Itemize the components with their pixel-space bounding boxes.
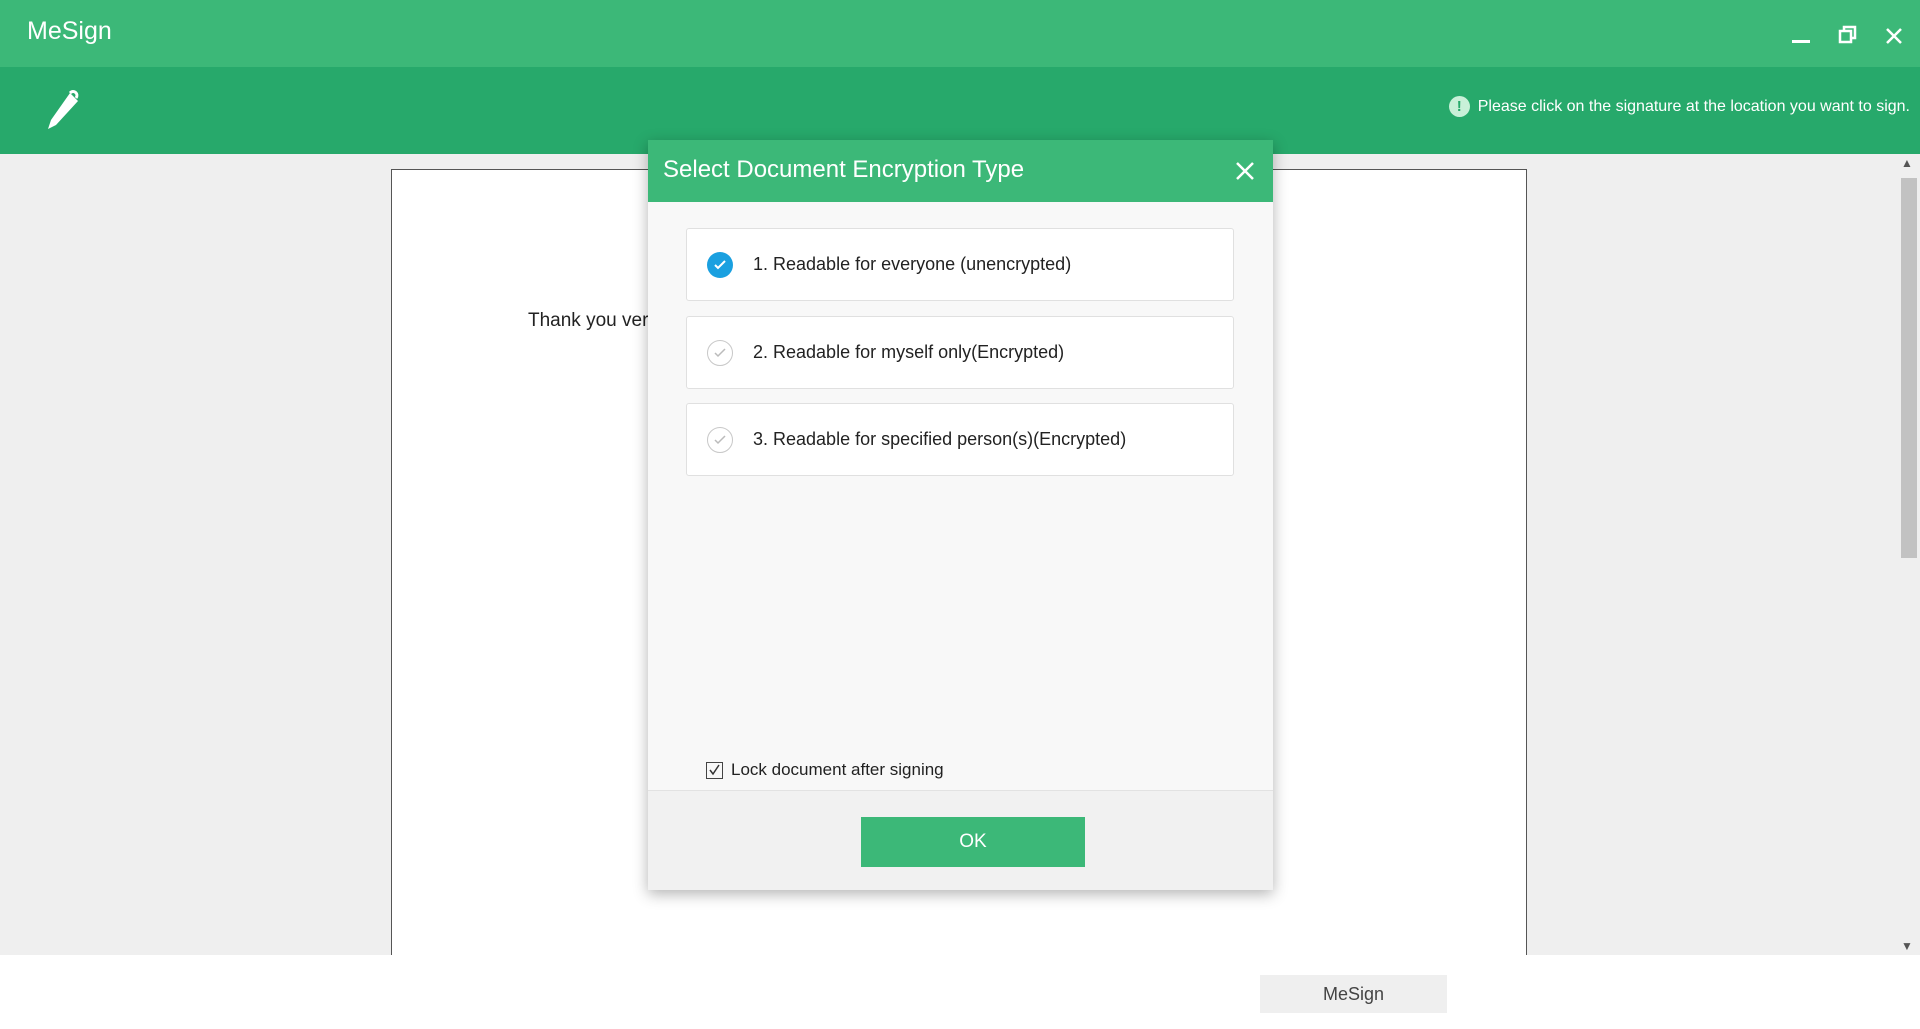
ok-button[interactable]: OK (861, 817, 1085, 867)
scroll-up-icon[interactable]: ▲ (1901, 156, 1913, 170)
option-readable-specified[interactable]: 3. Readable for specified person(s)(Encr… (686, 403, 1234, 476)
dialog-title: Select Document Encryption Type (663, 156, 1025, 183)
scrollbar-thumb[interactable] (1901, 178, 1917, 558)
vertical-scrollbar[interactable]: ▲ ▼ (1896, 154, 1920, 955)
encryption-type-dialog: Select Document Encryption Type 1. Reada… (648, 140, 1273, 890)
sign-pen-icon[interactable] (40, 87, 84, 135)
title-bar: MeSign (0, 0, 1920, 67)
info-icon: ! (1448, 96, 1470, 117)
option-label: 2. Readable for myself only(Encrypted) (753, 342, 1065, 362)
checkbox-checked-icon[interactable] (706, 761, 723, 779)
close-icon[interactable] (1879, 20, 1909, 50)
selected-check-icon (707, 251, 733, 278)
hint-text: Please click on the signature at the loc… (1477, 97, 1910, 115)
hint-message: ! Please click on the signature at the l… (1448, 96, 1910, 117)
dialog-header: Select Document Encryption Type (648, 140, 1273, 202)
lock-document-label: Lock document after signing (731, 760, 944, 779)
dialog-close-icon[interactable] (1231, 157, 1259, 185)
option-label: 1. Readable for everyone (unencrypted) (753, 254, 1072, 274)
unselected-check-icon (707, 426, 733, 453)
app-title: MeSign (27, 17, 112, 45)
restore-icon[interactable] (1833, 20, 1863, 50)
option-readable-everyone[interactable]: 1. Readable for everyone (unencrypted) (686, 228, 1234, 301)
mesign-tab[interactable]: MeSign (1260, 975, 1447, 1013)
document-text: Thank you ver (528, 310, 649, 331)
option-readable-myself[interactable]: 2. Readable for myself only(Encrypted) (686, 316, 1234, 389)
scroll-down-icon[interactable]: ▼ (1901, 939, 1913, 953)
lock-document-checkbox[interactable]: Lock document after signing (706, 760, 944, 780)
option-label: 3. Readable for specified person(s)(Encr… (753, 429, 1127, 449)
unselected-check-icon (707, 339, 733, 366)
bottom-bar: MeSign (0, 955, 1920, 1029)
dialog-footer: OK (648, 790, 1273, 890)
minimize-icon[interactable] (1786, 20, 1816, 50)
